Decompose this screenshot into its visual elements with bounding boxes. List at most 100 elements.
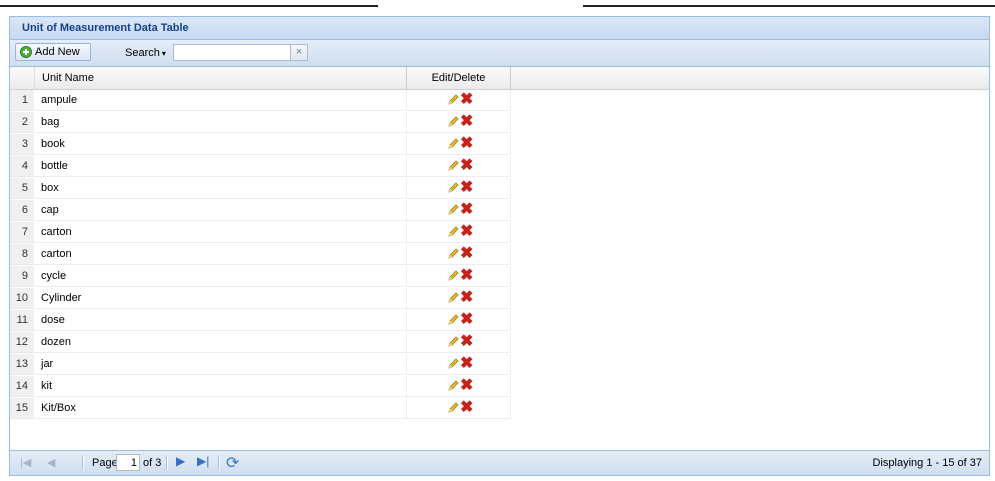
last-page-icon[interactable]: ▶| xyxy=(197,454,209,468)
table-row[interactable]: 10 Cylinder ✖ xyxy=(10,288,989,310)
delete-icon[interactable]: ✖ xyxy=(460,179,473,197)
edit-delete-cell: ✖ xyxy=(407,134,511,155)
row-number: 3 xyxy=(10,134,34,155)
add-new-button[interactable]: Add New xyxy=(15,43,91,61)
table-row[interactable]: 9 cycle ✖ xyxy=(10,266,989,288)
page-count-label: of 3 xyxy=(143,457,162,469)
page-number-input[interactable] xyxy=(116,454,140,471)
row-number: 7 xyxy=(10,222,34,243)
unit-name-cell: carton xyxy=(34,244,407,265)
row-number: 6 xyxy=(10,200,34,221)
unit-name-cell: carton xyxy=(34,222,407,243)
delete-icon[interactable]: ✖ xyxy=(460,113,473,131)
refresh-icon[interactable]: ⟳ xyxy=(226,453,239,473)
unit-name-cell: book xyxy=(34,134,407,155)
search-input[interactable] xyxy=(173,44,291,61)
prev-page-icon[interactable]: ◀ xyxy=(47,456,55,469)
unit-name-cell: bag xyxy=(34,112,407,133)
edit-delete-cell: ✖ xyxy=(407,222,511,243)
delete-icon[interactable]: ✖ xyxy=(460,333,473,351)
table-row[interactable]: 1 ampule ✖ xyxy=(10,90,989,112)
pencil-icon[interactable] xyxy=(447,160,459,172)
unit-name-cell: ampule xyxy=(34,90,407,111)
row-number: 14 xyxy=(10,376,34,397)
table-row[interactable]: 13 jar ✖ xyxy=(10,354,989,376)
delete-icon[interactable]: ✖ xyxy=(460,267,473,285)
unit-name-cell: jar xyxy=(34,354,407,375)
row-number: 10 xyxy=(10,288,34,309)
column-header-edit-delete[interactable]: Edit/Delete xyxy=(407,67,511,89)
table-row[interactable]: 4 bottle ✖ xyxy=(10,156,989,178)
table-row[interactable]: 12 dozen ✖ xyxy=(10,332,989,354)
unit-data-panel: Unit of Measurement Data Table Add New S… xyxy=(9,16,990,476)
delete-icon[interactable]: ✖ xyxy=(460,289,473,307)
edit-delete-cell: ✖ xyxy=(407,112,511,133)
delete-icon[interactable]: ✖ xyxy=(460,377,473,395)
unit-name-cell: box xyxy=(34,178,407,199)
delete-icon[interactable]: ✖ xyxy=(460,311,473,329)
search-menu-button[interactable]: Search ▾ xyxy=(125,47,166,59)
delete-icon[interactable]: ✖ xyxy=(460,399,473,417)
edit-delete-cell: ✖ xyxy=(407,376,511,397)
edit-delete-cell: ✖ xyxy=(407,354,511,375)
pencil-icon[interactable] xyxy=(447,336,459,348)
pencil-icon[interactable] xyxy=(447,358,459,370)
table-row[interactable]: 2 bag ✖ xyxy=(10,112,989,134)
pencil-icon[interactable] xyxy=(447,138,459,150)
clear-search-button[interactable]: × xyxy=(291,44,308,61)
table-row[interactable]: 5 box ✖ xyxy=(10,178,989,200)
row-number: 12 xyxy=(10,332,34,353)
table-row[interactable]: 14 kit ✖ xyxy=(10,376,989,398)
delete-icon[interactable]: ✖ xyxy=(460,355,473,373)
pencil-icon[interactable] xyxy=(447,402,459,414)
next-page-icon[interactable]: ▶ xyxy=(176,454,185,468)
row-number: 11 xyxy=(10,310,34,331)
pencil-icon[interactable] xyxy=(447,182,459,194)
pencil-icon[interactable] xyxy=(447,248,459,260)
clear-icon: × xyxy=(295,46,303,58)
top-border-line xyxy=(0,3,995,8)
edit-delete-cell: ✖ xyxy=(407,266,511,287)
edit-delete-cell: ✖ xyxy=(407,244,511,265)
edit-delete-cell: ✖ xyxy=(407,310,511,331)
table-row[interactable]: 6 cap ✖ xyxy=(10,200,989,222)
delete-icon[interactable]: ✖ xyxy=(460,245,473,263)
row-number: 9 xyxy=(10,266,34,287)
pencil-icon[interactable] xyxy=(447,314,459,326)
grid-body: 1 ampule ✖ 2 bag ✖ 3 book ✖ 4 bottle ✖ 5 box ✖ 6 cap ✖ 7 ca… xyxy=(10,90,989,420)
search-label: Search xyxy=(125,47,160,59)
unit-name-cell: cycle xyxy=(34,266,407,287)
delete-icon[interactable]: ✖ xyxy=(460,135,473,153)
paging-toolbar: |◀ ◀ Page of 3 ▶ ▶| ⟳ Displaying 1 - 15 … xyxy=(10,450,989,475)
pencil-icon[interactable] xyxy=(447,204,459,216)
pencil-icon[interactable] xyxy=(447,226,459,238)
grid-header: Unit Name Edit/Delete xyxy=(10,67,989,90)
row-number: 4 xyxy=(10,156,34,177)
edit-delete-cell: ✖ xyxy=(407,90,511,111)
table-row[interactable]: 8 carton ✖ xyxy=(10,244,989,266)
first-page-icon[interactable]: |◀ xyxy=(20,456,31,469)
delete-icon[interactable]: ✖ xyxy=(460,201,473,219)
table-row[interactable]: 7 carton ✖ xyxy=(10,222,989,244)
pager-separator xyxy=(166,455,168,470)
pager-separator xyxy=(82,455,84,470)
edit-delete-cell: ✖ xyxy=(407,288,511,309)
add-icon xyxy=(20,46,32,58)
row-number: 1 xyxy=(10,90,34,111)
delete-icon[interactable]: ✖ xyxy=(460,157,473,175)
delete-icon[interactable]: ✖ xyxy=(460,91,473,109)
column-header-unit-name[interactable]: Unit Name xyxy=(34,67,407,89)
pencil-icon[interactable] xyxy=(447,116,459,128)
row-number: 15 xyxy=(10,398,34,419)
pencil-icon[interactable] xyxy=(447,94,459,106)
pencil-icon[interactable] xyxy=(447,292,459,304)
pager-separator xyxy=(218,455,220,470)
delete-icon[interactable]: ✖ xyxy=(460,223,473,241)
unit-name-cell: cap xyxy=(34,200,407,221)
table-row[interactable]: 15 Kit/Box ✖ xyxy=(10,398,989,420)
table-row[interactable]: 3 book ✖ xyxy=(10,134,989,156)
pencil-icon[interactable] xyxy=(447,380,459,392)
edit-delete-cell: ✖ xyxy=(407,332,511,353)
pencil-icon[interactable] xyxy=(447,270,459,282)
table-row[interactable]: 11 dose ✖ xyxy=(10,310,989,332)
